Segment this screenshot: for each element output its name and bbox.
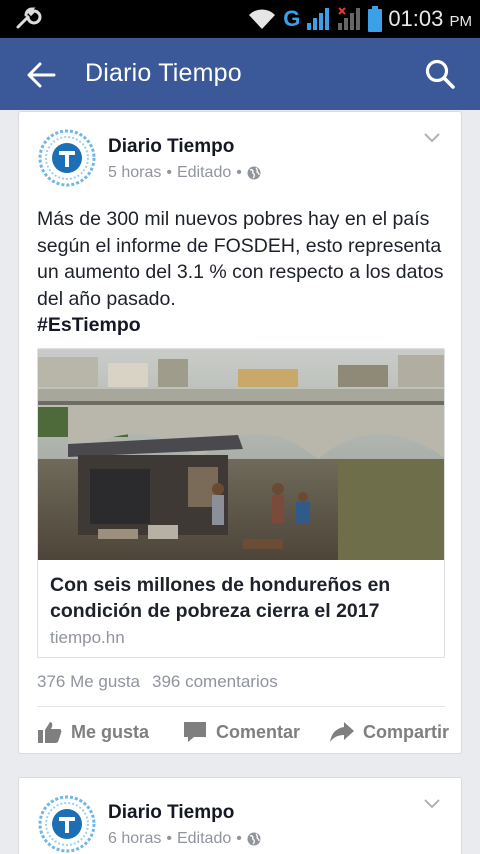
globe-icon xyxy=(247,166,261,180)
like-button[interactable]: Me gusta xyxy=(19,710,167,754)
edited-label[interactable]: Editado xyxy=(177,830,231,848)
page-title: Diario Tiempo xyxy=(85,59,242,87)
share-label: Compartir xyxy=(362,721,449,742)
likes-count[interactable]: 376 Me gusta xyxy=(37,672,140,692)
share-button[interactable]: Compartir xyxy=(315,710,463,754)
status-bar: G 01:03 PM xyxy=(0,0,480,38)
back-arrow-icon[interactable] xyxy=(26,60,56,90)
thumbs-up-icon xyxy=(37,722,62,743)
hashtag-link[interactable]: #EsTiempo xyxy=(37,314,141,336)
globe-icon xyxy=(247,832,261,846)
clock: 01:03 PM xyxy=(388,6,472,31)
post-author[interactable]: Diario Tiempo xyxy=(108,136,234,158)
signal-no-data-icon xyxy=(338,7,361,30)
wrench-icon xyxy=(16,7,42,29)
network-type-label: G xyxy=(283,6,301,31)
link-preview-image[interactable] xyxy=(38,349,445,560)
post-body: Más de 300 mil nuevos pobres hay en el p… xyxy=(37,208,444,310)
post-card: Diario Tiempo 6 horas • Editado • xyxy=(18,777,462,854)
link-domain: tiempo.hn xyxy=(50,628,125,647)
separator-dot: • xyxy=(166,830,172,847)
app-bar: Diario Tiempo xyxy=(0,38,480,110)
post-card: Diario Tiempo 5 horas • Editado • Más de… xyxy=(18,111,462,754)
link-preview[interactable]: Con seis millones de hondureños en condi… xyxy=(37,348,445,658)
wifi-icon xyxy=(249,9,276,29)
post-text: Más de 300 mil nuevos pobres hay en el p… xyxy=(37,206,447,339)
separator-dot: • xyxy=(236,830,242,847)
post-meta: 6 horas • Editado • xyxy=(108,830,261,848)
link-title[interactable]: Con seis millones de hondureños en condi… xyxy=(50,572,438,624)
post-meta: 5 horas • Editado • xyxy=(108,164,261,182)
engagement-counts: 376 Me gusta 396 comentarios xyxy=(37,672,278,692)
post-author[interactable]: Diario Tiempo xyxy=(108,802,234,824)
chevron-down-icon[interactable] xyxy=(423,798,441,810)
like-label: Me gusta xyxy=(70,721,149,742)
post-actions: Me gusta Comentar Compartir xyxy=(19,710,463,754)
post-time[interactable]: 5 horas xyxy=(108,164,161,182)
post-time[interactable]: 6 horas xyxy=(108,830,161,848)
battery-icon xyxy=(368,6,383,32)
comment-button[interactable]: Comentar xyxy=(167,710,315,754)
chevron-down-icon[interactable] xyxy=(423,132,441,144)
comments-count[interactable]: 396 comentarios xyxy=(152,672,278,692)
search-icon[interactable] xyxy=(424,58,456,90)
comment-icon xyxy=(183,722,206,742)
separator-dot: • xyxy=(236,164,242,181)
signal-icon xyxy=(307,8,330,30)
avatar[interactable] xyxy=(37,128,97,188)
edited-label[interactable]: Editado xyxy=(177,164,231,182)
share-icon xyxy=(329,722,354,742)
avatar[interactable] xyxy=(37,794,97,854)
status-icons: G 01:03 PM xyxy=(247,4,472,34)
divider xyxy=(37,706,445,707)
separator-dot: • xyxy=(166,164,172,181)
comment-label: Comentar xyxy=(215,721,300,742)
